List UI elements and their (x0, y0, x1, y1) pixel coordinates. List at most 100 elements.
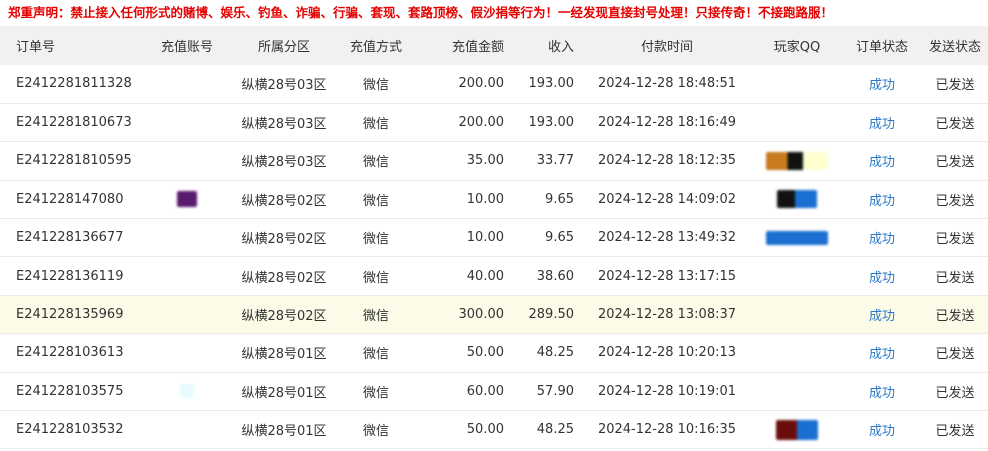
income: 9.65 (545, 230, 574, 246)
redacted-account (180, 384, 194, 399)
redacted-qq (776, 419, 818, 440)
col-header-send: 发送状态 (928, 40, 981, 55)
order-status-link[interactable]: 成功 (869, 78, 895, 93)
order-status-link[interactable]: 成功 (869, 386, 895, 401)
table-row: E241228103532 纵横28号01区 微信 50.00 48.25 2024-12… (0, 411, 988, 449)
order-status-link[interactable]: 成功 (869, 347, 895, 362)
order-status-link[interactable]: 成功 (869, 155, 895, 170)
order-number: E241228103575 (16, 383, 124, 399)
order-status[interactable]: 成功 (842, 65, 922, 103)
payment-method: 微信 (362, 385, 389, 401)
payment-time: 2024-12-28 10:19:01 (597, 383, 737, 399)
payment-method: 微信 (362, 155, 389, 171)
zone: 纵横28号02区 (241, 309, 327, 325)
player-qq (752, 372, 842, 410)
send-status: 已发送 (935, 155, 975, 171)
recharge-account (142, 180, 232, 218)
order-status-link[interactable]: 成功 (869, 117, 895, 132)
recharge-amount: 10.00 (466, 191, 504, 207)
redacted-qq (766, 230, 828, 245)
col-header-income: 收入 (547, 40, 574, 55)
payment-method: 微信 (362, 424, 389, 440)
recharge-account (142, 334, 232, 372)
income: 33.77 (536, 153, 574, 169)
player-qq (752, 65, 842, 103)
order-status-link[interactable]: 成功 (869, 271, 895, 286)
player-qq (752, 103, 842, 141)
col-header-order: 订单号 (16, 40, 56, 55)
recharge-amount: 60.00 (466, 383, 504, 399)
order-status[interactable]: 成功 (842, 372, 922, 410)
col-header-amount: 充值金额 (451, 40, 504, 55)
order-number: E241228136677 (16, 230, 124, 246)
order-status-link[interactable]: 成功 (869, 424, 895, 439)
zone: 纵横28号03区 (241, 155, 327, 171)
income: 48.25 (536, 422, 574, 438)
col-header-zone: 所属分区 (257, 40, 310, 55)
table-row: E2412281810595 纵横28号03区 微信 35.00 33.77 2024-1… (0, 142, 988, 181)
recharge-amount: 200.00 (458, 76, 505, 92)
player-qq (752, 180, 842, 218)
order-number: E241228147080 (16, 191, 124, 207)
player-qq (752, 257, 842, 295)
payment-time: 2024-12-28 14:09:02 (597, 191, 737, 207)
payment-time: 2024-12-28 10:16:35 (597, 422, 737, 438)
col-header-account: 充值账号 (160, 40, 213, 55)
player-qq (752, 295, 842, 333)
payment-time: 2024-12-28 13:17:15 (597, 268, 737, 284)
send-status: 已发送 (935, 270, 975, 286)
col-header-method: 充值方式 (349, 40, 402, 55)
income: 193.00 (528, 76, 575, 92)
order-status-link[interactable]: 成功 (869, 309, 895, 324)
table-row: E2412281811328 纵横28号03区 微信 200.00 193.00 2024… (0, 65, 988, 104)
recharge-account (142, 65, 232, 103)
income: 57.90 (536, 383, 574, 399)
recharge-account (142, 257, 232, 295)
table-header-row: 订单号 充值账号 所属分区 充值方式 充值金额 收入 付款时间 玩家QQ 订单状… (0, 26, 988, 65)
recharge-amount: 10.00 (466, 230, 504, 246)
recharge-account (142, 295, 232, 333)
zone: 纵横28号03区 (241, 78, 327, 94)
order-status[interactable]: 成功 (842, 257, 922, 295)
player-qq (752, 219, 842, 257)
payment-time: 2024-12-28 13:08:37 (597, 307, 737, 323)
table-row: E2412281810673 纵横28号03区 微信 200.00 193.00 2024… (0, 103, 988, 142)
order-number: E241228103613 (16, 345, 124, 361)
send-status: 已发送 (935, 193, 975, 209)
order-status[interactable]: 成功 (842, 295, 922, 333)
table-row: E241228136119 纵横28号02区 微信 40.00 38.60 2024-12… (0, 257, 988, 296)
order-status[interactable]: 成功 (842, 219, 922, 257)
payment-time: 2024-12-28 13:49:32 (597, 230, 737, 246)
income: 48.25 (536, 345, 574, 361)
recharge-account (142, 219, 232, 257)
order-status[interactable]: 成功 (842, 180, 922, 218)
recharge-amount: 50.00 (466, 345, 504, 361)
order-status[interactable]: 成功 (842, 103, 922, 141)
order-status-link[interactable]: 成功 (869, 194, 895, 209)
order-status[interactable]: 成功 (842, 411, 922, 449)
player-qq (752, 411, 842, 449)
order-status-link[interactable]: 成功 (869, 232, 895, 247)
redacted-account (177, 191, 197, 208)
order-number: E241228103532 (16, 422, 124, 438)
col-header-status: 订单状态 (855, 40, 908, 55)
order-status[interactable]: 成功 (842, 334, 922, 372)
recharge-amount: 40.00 (466, 268, 504, 284)
recharge-account (142, 372, 232, 410)
send-status: 已发送 (935, 117, 975, 133)
player-qq (752, 142, 842, 180)
recharge-amount: 300.00 (458, 307, 505, 323)
income: 9.65 (545, 191, 574, 207)
payment-method: 微信 (362, 232, 389, 248)
zone: 纵横28号02区 (241, 193, 327, 209)
payment-method: 微信 (362, 270, 389, 286)
order-number: E2412281811328 (16, 76, 132, 92)
order-status[interactable]: 成功 (842, 142, 922, 180)
recharge-amount: 35.00 (466, 153, 504, 169)
zone: 纵横28号01区 (241, 385, 327, 401)
payment-method: 微信 (362, 309, 389, 325)
income: 289.50 (528, 307, 575, 323)
order-number: E2412281810595 (16, 153, 132, 169)
send-status: 已发送 (935, 78, 975, 94)
income: 193.00 (528, 115, 575, 131)
